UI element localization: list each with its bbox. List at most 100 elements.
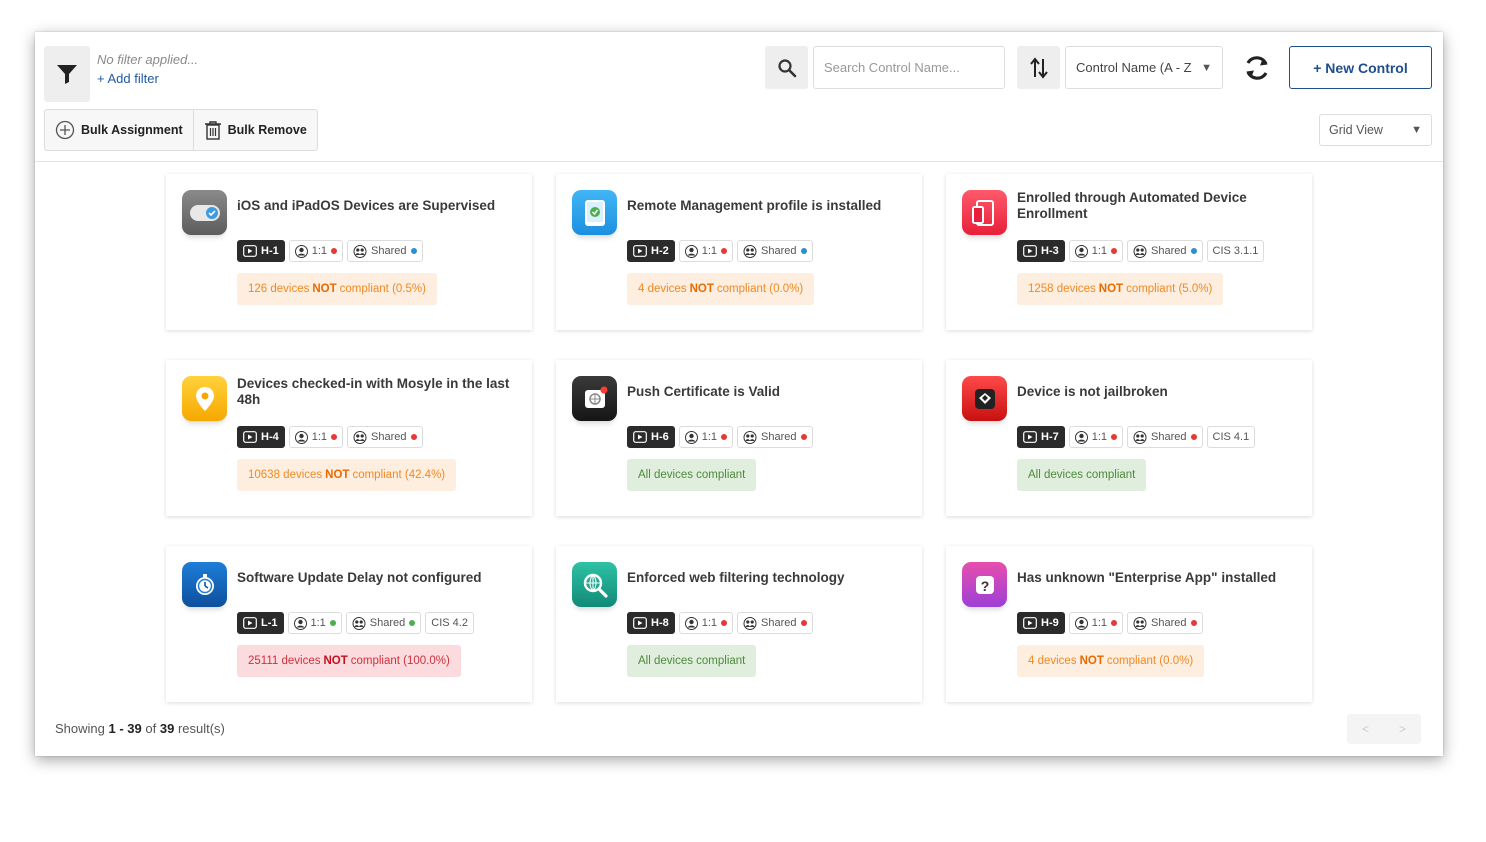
status-dot bbox=[331, 248, 338, 254]
control-card[interactable]: iOS and iPadOS Devices are Supervised H-1… bbox=[166, 174, 532, 330]
user-icon bbox=[1074, 430, 1088, 444]
compliance-status[interactable]: 25111 devices NOT compliant (100.0%) bbox=[237, 645, 461, 677]
control-card[interactable]: Devices checked-in with Mosyle in the la… bbox=[166, 360, 532, 516]
compliance-status[interactable]: 10638 devices NOT compliant (42.4%) bbox=[237, 459, 457, 491]
shared-badge: Shared bbox=[1127, 612, 1203, 634]
pagination: < > bbox=[1347, 714, 1421, 744]
status-dot bbox=[409, 620, 416, 626]
control-code-badge: H-7 bbox=[1017, 426, 1065, 448]
control-title: Has unknown "Enterprise App" installed bbox=[1017, 570, 1277, 585]
bulk-actions: Bulk Assignment Bulk Remove bbox=[44, 109, 318, 151]
status-dot bbox=[329, 620, 336, 626]
control-card[interactable]: Enrolled through Automated Device Enroll… bbox=[946, 174, 1312, 330]
search-input[interactable] bbox=[813, 46, 1005, 89]
play-box-icon bbox=[1023, 617, 1037, 629]
shared-badge: Shared bbox=[347, 240, 423, 262]
compliance-status[interactable]: 4 devices NOT compliant (0.0%) bbox=[1017, 645, 1205, 677]
control-card[interactable]: Enforced web filtering technology H-8 1:1 S… bbox=[556, 546, 922, 702]
control-code-badge: L-1 bbox=[237, 612, 284, 634]
certificate-icon bbox=[572, 376, 617, 421]
control-card[interactable]: Push Certificate is Valid H-6 1:1 Shared All… bbox=[556, 360, 922, 516]
status-dot bbox=[800, 620, 807, 626]
user-icon bbox=[684, 244, 698, 258]
compliance-status[interactable]: 4 devices NOT compliant (0.0%) bbox=[627, 273, 815, 305]
user-icon bbox=[1074, 244, 1088, 258]
toggle-icon bbox=[182, 190, 227, 235]
status-dot bbox=[721, 248, 728, 254]
compliance-status[interactable]: All devices compliant bbox=[627, 645, 757, 677]
sort-select[interactable]: Control Name (A - Z ▼ bbox=[1065, 46, 1223, 89]
control-title: Software Update Delay not configured bbox=[237, 570, 482, 585]
assignment-ratio-badge: 1:1 bbox=[678, 240, 734, 262]
control-card[interactable]: Device is not jailbroken H-7 1:1 Shared CIS … bbox=[946, 360, 1312, 516]
user-icon bbox=[684, 616, 698, 630]
refresh-button[interactable] bbox=[1235, 46, 1278, 89]
status-dot bbox=[1111, 620, 1118, 626]
control-code-badge: H-6 bbox=[627, 426, 675, 448]
control-tags: L-1 1:1 Shared CIS 4.2 bbox=[237, 612, 474, 634]
compliance-status[interactable]: All devices compliant bbox=[1017, 459, 1147, 491]
control-card[interactable]: Remote Management profile is installed H-… bbox=[556, 174, 922, 330]
compliance-status[interactable]: 126 devices NOT compliant (0.5%) bbox=[237, 273, 437, 305]
filter-button[interactable] bbox=[44, 46, 90, 102]
control-title: Devices checked-in with Mosyle in the la… bbox=[237, 376, 510, 407]
control-title: Enforced web filtering technology bbox=[627, 570, 845, 585]
no-filter-label: No filter applied... bbox=[97, 52, 199, 67]
view-select-value: Grid View bbox=[1329, 123, 1383, 137]
new-control-button[interactable]: + New Control bbox=[1289, 46, 1432, 89]
filter-summary: No filter applied... + Add filter bbox=[97, 52, 198, 86]
results-summary: Showing 1 - 39 of 39 result(s) bbox=[55, 721, 225, 736]
svg-text:?: ? bbox=[980, 578, 989, 594]
play-box-icon bbox=[633, 245, 647, 257]
control-code-badge: H-4 bbox=[237, 426, 285, 448]
toolbar: No filter applied... + Add filter Contro… bbox=[35, 32, 1443, 162]
refresh-icon bbox=[1246, 55, 1267, 80]
play-box-icon bbox=[243, 431, 257, 443]
next-page-button[interactable]: > bbox=[1399, 722, 1406, 736]
bulk-assignment-label: Bulk Assignment bbox=[81, 123, 183, 137]
view-select[interactable]: Grid View ▼ bbox=[1319, 114, 1432, 146]
assignment-ratio-badge: 1:1 bbox=[678, 426, 734, 448]
plus-circle-icon bbox=[55, 120, 75, 140]
user-icon bbox=[294, 244, 308, 258]
web-search-icon bbox=[572, 562, 617, 607]
sort-direction-button[interactable] bbox=[1017, 46, 1060, 89]
app-window: No filter applied... + Add filter Contro… bbox=[35, 32, 1443, 756]
search-icon bbox=[777, 58, 796, 77]
jailbreak-icon bbox=[962, 376, 1007, 421]
status-dot bbox=[1111, 434, 1118, 440]
chevron-down-icon: ▼ bbox=[1411, 124, 1422, 136]
status-dot bbox=[1190, 248, 1197, 254]
control-tags: H-7 1:1 Shared CIS 4.1 bbox=[1017, 426, 1256, 448]
group-icon bbox=[353, 244, 367, 258]
control-card[interactable]: ? Has unknown "Enterprise App" installed H… bbox=[946, 546, 1312, 702]
play-box-icon bbox=[1023, 431, 1037, 443]
trash-icon bbox=[204, 121, 221, 140]
add-filter-link[interactable]: + Add filter bbox=[97, 71, 198, 86]
control-tags: H-8 1:1 Shared bbox=[627, 612, 813, 634]
assignment-ratio-badge: 1:1 bbox=[1068, 240, 1124, 262]
bulk-remove-button[interactable]: Bulk Remove bbox=[192, 110, 317, 150]
status-dot bbox=[1111, 248, 1118, 254]
assignment-ratio-badge: 1:1 bbox=[1068, 612, 1124, 634]
control-card[interactable]: Software Update Delay not configured L-1 1… bbox=[166, 546, 532, 702]
shared-badge: Shared bbox=[1127, 240, 1203, 262]
compliance-status[interactable]: All devices compliant bbox=[627, 459, 757, 491]
devices-icon bbox=[962, 190, 1007, 235]
search-button[interactable] bbox=[765, 46, 808, 89]
prev-page-button[interactable]: < bbox=[1362, 722, 1369, 736]
user-icon bbox=[293, 616, 307, 630]
control-title: Enrolled through Automated Device Enroll… bbox=[1017, 190, 1247, 221]
assignment-ratio-badge: 1:1 bbox=[288, 240, 344, 262]
cis-badge: CIS 3.1.1 bbox=[1206, 240, 1265, 262]
control-title: Remote Management profile is installed bbox=[627, 198, 882, 213]
group-icon bbox=[353, 430, 367, 444]
control-title: iOS and iPadOS Devices are Supervised bbox=[237, 198, 496, 213]
status-dot bbox=[331, 434, 338, 440]
shared-badge: Shared bbox=[345, 612, 422, 634]
shared-badge: Shared bbox=[737, 612, 813, 634]
play-box-icon bbox=[1023, 245, 1037, 257]
compliance-status[interactable]: 1258 devices NOT compliant (5.0%) bbox=[1017, 273, 1224, 305]
bulk-assignment-button[interactable]: Bulk Assignment bbox=[45, 110, 193, 150]
control-grid: iOS and iPadOS Devices are Supervised H-1… bbox=[166, 174, 1312, 714]
